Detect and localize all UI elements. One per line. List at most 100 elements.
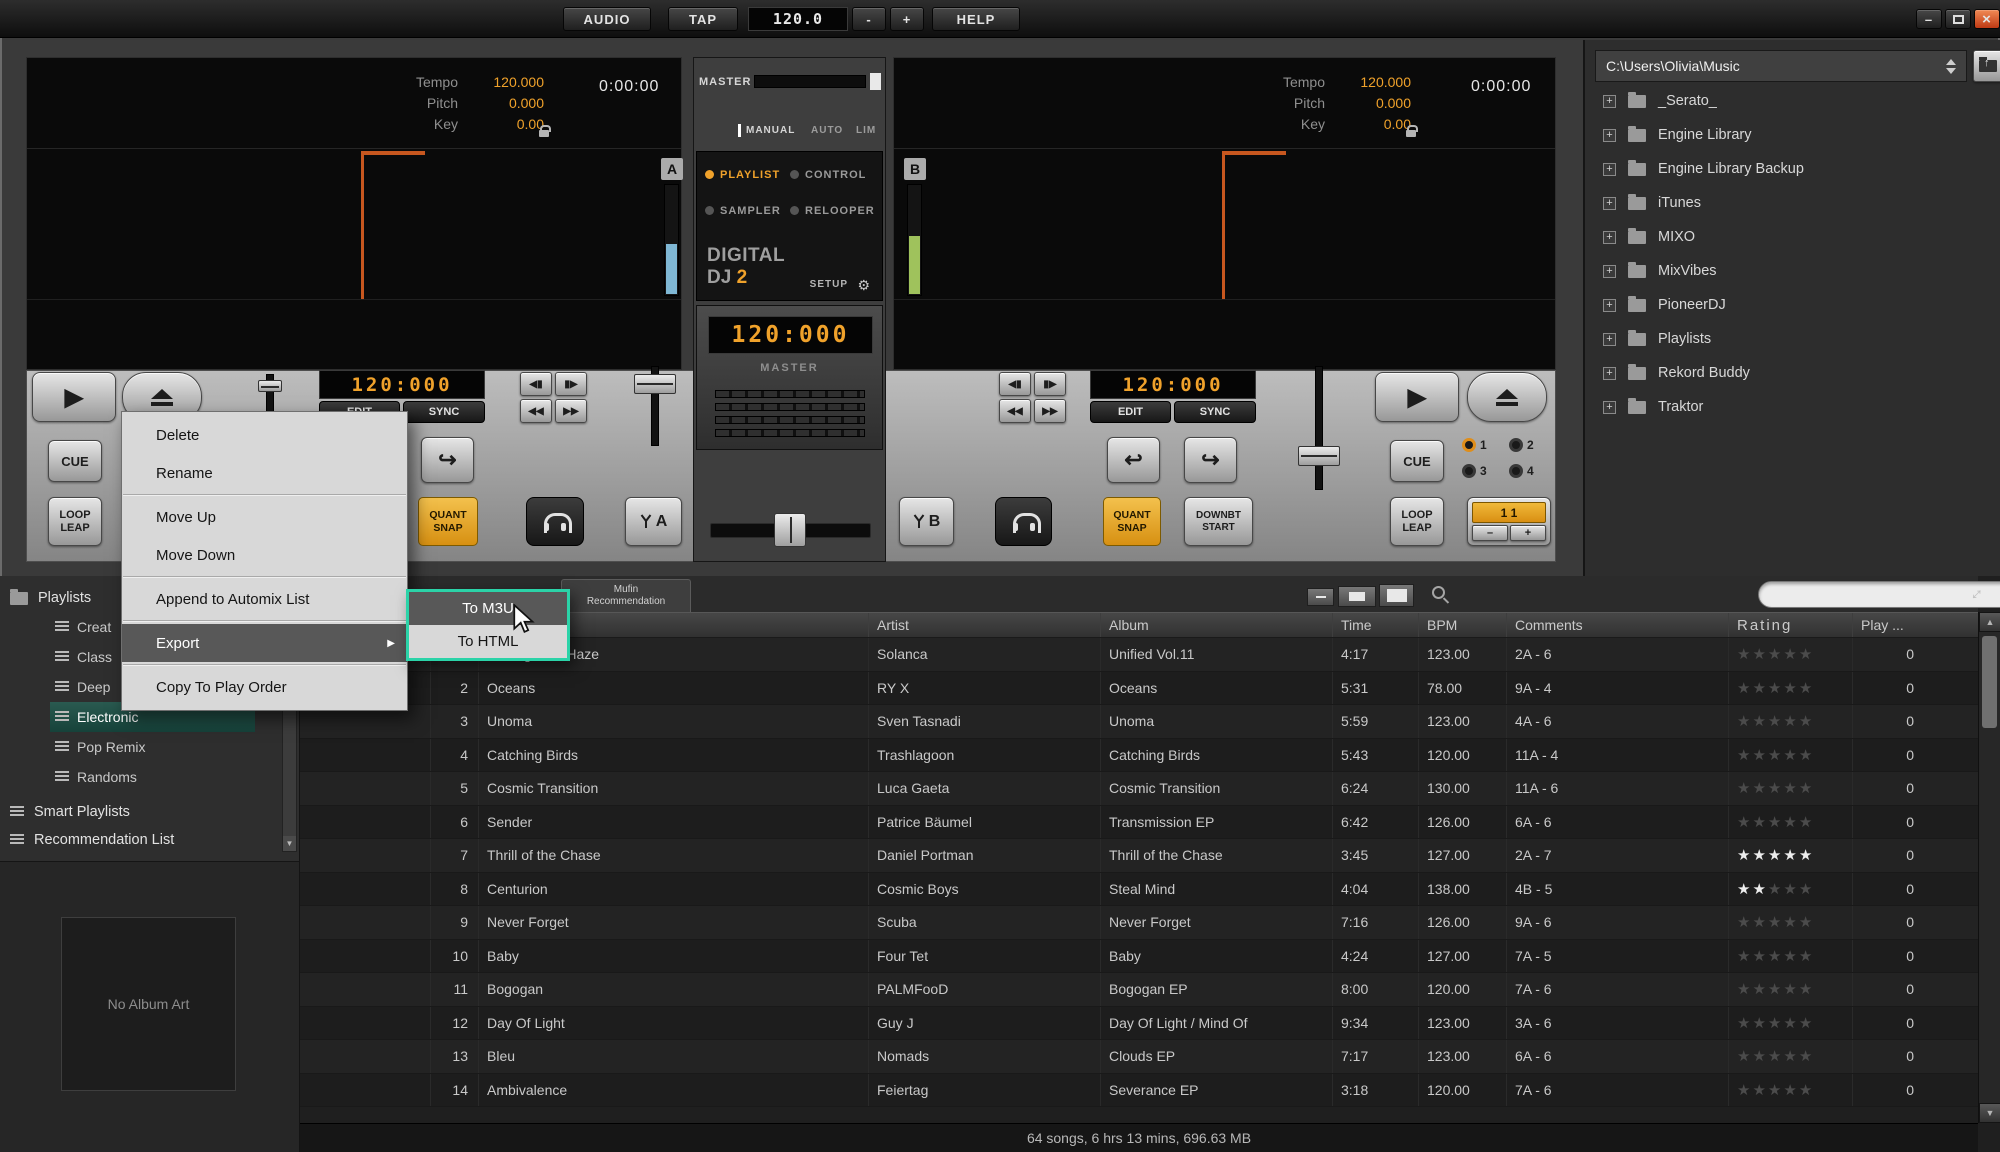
deck-b-seek-fwd-button[interactable]: ▶▶ xyxy=(1034,399,1066,423)
deck-b-eject-button[interactable] xyxy=(1467,372,1547,422)
tab-mufin-recommendation[interactable]: Mufin Recommendation xyxy=(561,579,691,612)
star-icon[interactable]: ★ xyxy=(1768,1047,1783,1065)
deck-b-downbeat-start-button[interactable]: DOWNBTSTART xyxy=(1184,497,1253,546)
star-icon[interactable]: ★ xyxy=(1783,947,1798,965)
pad-2[interactable]: 2 xyxy=(1509,438,1534,452)
expand-icon[interactable]: + xyxy=(1603,231,1616,244)
star-icon[interactable]: ★ xyxy=(1783,746,1798,764)
star-icon[interactable]: ★ xyxy=(1799,846,1814,864)
star-icon[interactable]: ★ xyxy=(1737,779,1752,797)
star-icon[interactable]: ★ xyxy=(1783,880,1798,898)
deck-b-redo-loop-button[interactable]: ↪ xyxy=(1184,437,1237,483)
deck-b-cue-button[interactable]: CUE xyxy=(1390,440,1444,482)
expand-icon[interactable]: + xyxy=(1603,265,1616,278)
star-icon[interactable]: ★ xyxy=(1752,1014,1767,1032)
cell-rating[interactable]: ★★★★★ xyxy=(1728,705,1852,738)
folder-tree-item[interactable]: + Engine Library Backup xyxy=(1585,152,2000,186)
header-bpm[interactable]: BPM xyxy=(1418,613,1506,637)
track-row[interactable]: 13 Bleu Nomads Clouds EP 7:17 123.00 6A … xyxy=(300,1040,1978,1074)
track-row[interactable]: 7 Thrill of the Chase Daniel Portman Thr… xyxy=(300,839,1978,873)
star-icon[interactable]: ★ xyxy=(1799,813,1814,831)
star-icon[interactable]: ★ xyxy=(1783,1047,1798,1065)
deck-b-waveform-panel[interactable]: Tempo120.000 Pitch0.000 Key0.00 0:00:00 … xyxy=(893,57,1556,370)
star-icon[interactable]: ★ xyxy=(1752,645,1767,663)
star-icon[interactable]: ★ xyxy=(1768,846,1783,864)
star-icon[interactable]: ★ xyxy=(1768,980,1783,998)
deck-b-loop-leap-button[interactable]: LOOPLEAP xyxy=(1390,497,1444,546)
menu-item-delete[interactable]: Delete xyxy=(122,416,407,454)
star-icon[interactable]: ★ xyxy=(1737,913,1752,931)
star-icon[interactable]: ★ xyxy=(1799,746,1814,764)
star-icon[interactable]: ★ xyxy=(1752,846,1767,864)
menu-item-move-up[interactable]: Move Up xyxy=(122,498,407,536)
star-icon[interactable]: ★ xyxy=(1768,645,1783,663)
track-row[interactable]: 8 Centurion Cosmic Boys Steal Mind 4:04 … xyxy=(300,873,1978,907)
cell-rating[interactable]: ★★★★★ xyxy=(1728,638,1852,671)
track-row[interactable]: 12 Day Of Light Guy J Day Of Light / Min… xyxy=(300,1007,1978,1041)
track-row[interactable]: 6 Sender Patrice Bäumel Transmission EP … xyxy=(300,806,1978,840)
expand-icon[interactable]: + xyxy=(1603,299,1616,312)
deck-a-nudge-back-button[interactable]: ◀▮ xyxy=(520,372,552,396)
mode-lim[interactable]: LIM xyxy=(856,125,876,136)
expand-icon[interactable]: + xyxy=(1603,95,1616,108)
audio-button[interactable]: AUDIO xyxy=(563,7,651,31)
deck-b-pitch-fader-track[interactable] xyxy=(1315,366,1323,490)
cell-rating[interactable]: ★★★★★ xyxy=(1728,1074,1852,1107)
star-icon[interactable]: ★ xyxy=(1752,980,1767,998)
header-comments[interactable]: Comments xyxy=(1506,613,1728,637)
tempo-decrease-button[interactable]: - xyxy=(852,7,886,31)
playlist-item[interactable]: Randoms xyxy=(50,762,255,792)
control-radio-icon[interactable] xyxy=(790,170,799,179)
menu-item-append-automix[interactable]: Append to Automix List xyxy=(122,580,407,618)
key-lock-icon[interactable] xyxy=(539,130,549,137)
beatjump-minus-button[interactable]: – xyxy=(1472,525,1508,541)
deck-a-nudge-fwd-button[interactable]: ▮▶ xyxy=(555,372,587,396)
star-icon[interactable]: ★ xyxy=(1768,913,1783,931)
star-icon[interactable]: ★ xyxy=(1783,1081,1798,1099)
expand-icon[interactable]: + xyxy=(1603,333,1616,346)
star-icon[interactable]: ★ xyxy=(1768,679,1783,697)
star-icon[interactable]: ★ xyxy=(1799,913,1814,931)
star-icon[interactable]: ★ xyxy=(1737,712,1752,730)
relooper-toggle[interactable]: RELOOPER xyxy=(805,205,875,217)
star-icon[interactable]: ★ xyxy=(1768,712,1783,730)
table-scroll-thumb[interactable] xyxy=(1982,636,1997,728)
star-icon[interactable]: ★ xyxy=(1752,947,1767,965)
cell-rating[interactable]: ★★★★★ xyxy=(1728,839,1852,872)
star-icon[interactable]: ★ xyxy=(1799,679,1814,697)
star-icon[interactable]: ★ xyxy=(1752,880,1767,898)
cell-rating[interactable]: ★★★★★ xyxy=(1728,739,1852,772)
deck-b-undo-loop-button[interactable]: ↩ xyxy=(1107,437,1160,483)
deck-a-loop-leap-button[interactable]: LOOPLEAP xyxy=(48,497,102,546)
folder-tree-item[interactable]: + MIXO xyxy=(1585,220,2000,254)
deck-a-headphone-cue-button[interactable] xyxy=(526,497,584,546)
star-icon[interactable]: ★ xyxy=(1768,746,1783,764)
playlist-toggle[interactable]: PLAYLIST xyxy=(720,169,780,181)
star-icon[interactable]: ★ xyxy=(1799,712,1814,730)
folder-up-button[interactable] xyxy=(1973,50,2000,82)
track-row[interactable]: 4 Catching Birds Trashlagoon Catching Bi… xyxy=(300,739,1978,773)
expand-icon[interactable]: + xyxy=(1603,401,1616,414)
track-row[interactable]: 9 Never Forget Scuba Never Forget 7:16 1… xyxy=(300,906,1978,940)
star-icon[interactable]: ★ xyxy=(1799,947,1814,965)
deck-a-pitch-fader-handle[interactable] xyxy=(634,374,676,394)
sidebar-scroll-down-icon[interactable]: ▼ xyxy=(283,836,296,851)
star-icon[interactable]: ★ xyxy=(1783,913,1798,931)
star-icon[interactable]: ★ xyxy=(1799,1047,1814,1065)
deck-b-sync-button[interactable]: SYNC xyxy=(1174,401,1256,423)
star-icon[interactable]: ★ xyxy=(1752,779,1767,797)
folder-tree-item[interactable]: + _Serato_ xyxy=(1585,84,2000,118)
folder-tree-item[interactable]: + Engine Library xyxy=(1585,118,2000,152)
star-icon[interactable]: ★ xyxy=(1737,1081,1752,1099)
star-icon[interactable]: ★ xyxy=(1752,1047,1767,1065)
star-icon[interactable]: ★ xyxy=(1783,980,1798,998)
sampler-toggle[interactable]: SAMPLER xyxy=(720,205,781,217)
deck-b-pitch-fader-handle[interactable] xyxy=(1298,446,1340,466)
track-row[interactable]: 3 Unoma Sven Tasnadi Unoma 5:59 123.00 4… xyxy=(300,705,1978,739)
deck-a-channel-assign-button[interactable]: A xyxy=(625,497,682,546)
star-icon[interactable]: ★ xyxy=(1799,779,1814,797)
menu-item-copy-play-order[interactable]: Copy To Play Order xyxy=(122,668,407,706)
expand-icon[interactable]: + xyxy=(1603,129,1616,142)
playlist-radio-icon[interactable] xyxy=(705,170,714,179)
star-icon[interactable]: ★ xyxy=(1783,1014,1798,1032)
